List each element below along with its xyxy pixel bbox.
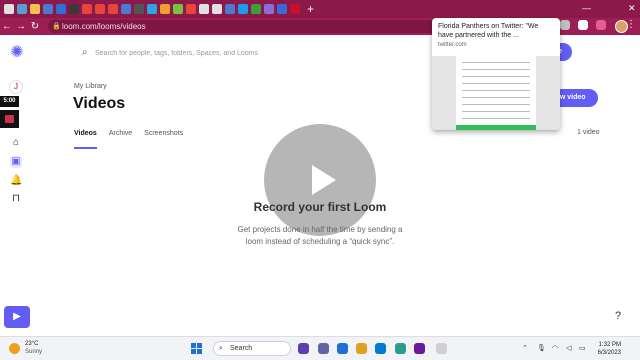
taskbar-app-7[interactable] [436, 343, 447, 354]
browser-tab-10[interactable] [134, 4, 144, 14]
recording-timer: 5:00 [0, 96, 19, 107]
browser-tab-0[interactable] [4, 4, 14, 14]
browser-tab-2[interactable] [30, 4, 40, 14]
browser-tab-14[interactable] [186, 4, 196, 14]
battery-icon[interactable]: ▭ [579, 344, 586, 352]
play-icon [312, 165, 336, 195]
taskbar-app-4[interactable] [375, 343, 386, 354]
clock-time: 1:32 PM [598, 342, 621, 348]
menu-icon[interactable]: ⋮ [626, 19, 636, 30]
browser-tab-16[interactable] [212, 4, 222, 14]
browser-tab-9[interactable] [121, 4, 131, 14]
extension-icon[interactable] [560, 20, 570, 30]
breadcrumb[interactable]: My Library [74, 83, 107, 90]
preview-title: Florida Panthers on Twitter: "We have pa… [438, 23, 539, 39]
taskbar-app-0[interactable] [298, 343, 309, 354]
close-window-button[interactable]: ✕ [628, 3, 636, 14]
browser-tab-12[interactable] [160, 4, 170, 14]
preview-domain: twitter.com [438, 42, 467, 48]
browser-tab-strip: + [0, 0, 640, 18]
browser-tab-6[interactable] [82, 4, 92, 14]
empty-state-description: Get projects done in half the time by se… [237, 225, 403, 246]
workspace-avatar[interactable]: J [9, 80, 23, 94]
url-field[interactable]: 🔒 loom.com/looms/videos [48, 20, 478, 33]
browser-tab-19[interactable] [251, 4, 261, 14]
taskbar-app-6[interactable] [414, 343, 425, 354]
chevron-up-icon[interactable]: ⌃ [522, 344, 528, 352]
reload-button[interactable]: ↻ [28, 21, 42, 32]
stop-icon [5, 115, 14, 123]
volume-icon[interactable]: ◁ [566, 344, 571, 352]
record-play-button[interactable] [264, 124, 376, 236]
browser-tab-20[interactable] [264, 4, 274, 14]
windows-taskbar: 23°C Sunny ⌕ Search ⌃ 🎙 ◠ ◁ ▭ 1:32 PM 6/… [0, 336, 640, 360]
home-icon[interactable]: ⌂ [10, 137, 22, 149]
bell-icon[interactable]: 🔔 [10, 175, 22, 187]
wifi-icon[interactable]: ◠ [552, 344, 558, 352]
taskbar-app-5[interactable] [395, 343, 406, 354]
taskbar-app-3[interactable] [356, 343, 367, 354]
taskbar-clock[interactable]: 1:32 PM 6/3/2023 [593, 341, 621, 357]
library-tabs: Videos Archive Screenshots [74, 130, 183, 149]
lock-icon: 🔒 [52, 23, 61, 30]
browser-tab-1[interactable] [17, 4, 27, 14]
browser-tab-21[interactable] [277, 4, 287, 14]
browser-tab-13[interactable] [173, 4, 183, 14]
tab-archive[interactable]: Archive [109, 130, 132, 149]
help-button[interactable]: ? [615, 310, 621, 322]
windows-start-icon[interactable] [191, 343, 202, 354]
new-tab-button[interactable]: + [307, 3, 314, 15]
browser-tab-18[interactable] [238, 4, 248, 14]
forward-button[interactable]: → [14, 21, 28, 32]
browser-tab-11[interactable] [147, 4, 157, 14]
browser-tab-8[interactable] [108, 4, 118, 14]
taskbar-app-2[interactable] [337, 343, 348, 354]
weather-temperature[interactable]: 23°C [25, 341, 38, 347]
url-text: loom.com/looms/videos [62, 22, 146, 31]
taskbar-search-label: Search [230, 345, 253, 352]
empty-state-title: Record your first Loom [253, 200, 387, 214]
browser-tab-15[interactable] [199, 4, 209, 14]
video-count: 1 video [577, 129, 600, 136]
tab-screenshots[interactable]: Screenshots [144, 130, 183, 149]
sidebar-toggle-icon[interactable] [596, 20, 606, 30]
browser-tab-22[interactable] [290, 4, 300, 14]
preview-thumbnail [432, 56, 560, 130]
tab-videos[interactable]: Videos [74, 130, 97, 149]
search-icon: ⌕ [219, 345, 223, 352]
page-title: Videos [73, 95, 126, 112]
browser-tab-7[interactable] [95, 4, 105, 14]
loom-logo-icon[interactable]: ✺ [9, 45, 25, 61]
weather-condition[interactable]: Sunny [25, 349, 42, 355]
search-icon: ⌕ [82, 47, 88, 58]
browser-tab-5[interactable] [69, 4, 79, 14]
clock-date: 6/3/2023 [597, 350, 621, 356]
tab-hover-preview: Florida Panthers on Twitter: "We have pa… [432, 18, 560, 130]
search-input[interactable] [95, 46, 395, 60]
browser-tab-4[interactable] [56, 4, 66, 14]
mic-icon[interactable]: 🎙 [537, 344, 546, 352]
recording-control[interactable] [0, 110, 19, 128]
puzzle-icon[interactable] [578, 20, 588, 30]
taskbar-search[interactable]: ⌕ Search [213, 341, 291, 356]
back-button[interactable]: ← [0, 21, 14, 32]
sun-icon[interactable] [9, 343, 20, 354]
browser-tab-3[interactable] [43, 4, 53, 14]
taskbar-app-1[interactable] [318, 343, 329, 354]
browser-tab-17[interactable] [225, 4, 235, 14]
minimize-button[interactable]: — [582, 3, 591, 13]
record-button[interactable]: ▶ [4, 306, 30, 328]
library-icon[interactable]: ▣ [10, 156, 22, 168]
